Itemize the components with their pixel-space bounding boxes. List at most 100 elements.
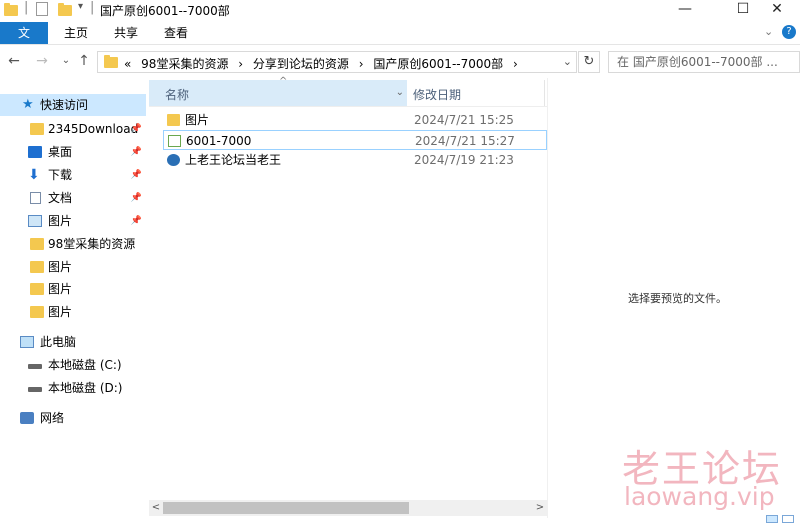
tab-view[interactable]: 查看 (150, 22, 202, 44)
properties-icon[interactable] (36, 2, 48, 16)
sidebar-item-this-pc[interactable]: 此电脑 (0, 331, 146, 353)
sidebar-item-label: 本地磁盘 (C:) (48, 358, 122, 372)
sidebar-item-98-resources[interactable]: 98堂采集的资源 (0, 233, 146, 255)
tab-file[interactable]: 文件 (0, 22, 48, 62)
pin-icon: 📌 (130, 124, 142, 134)
list-item[interactable]: 图片 2024/7/21 15:25 (163, 110, 547, 130)
sidebar-item-label: 文档 (48, 191, 73, 205)
breadcrumb-overflow[interactable]: « (124, 57, 131, 71)
sidebar-item-label: 网络 (40, 411, 65, 425)
refresh-button[interactable]: ↻ (578, 51, 600, 73)
title-bar: | ▾ | 国产原创6001--7000部 — ☐ ✕ (0, 0, 800, 20)
file-date: 2024/7/19 21:23 (414, 153, 514, 167)
tab-home[interactable]: 主页 (50, 22, 102, 44)
separator: | (90, 0, 95, 15)
document-icon (30, 192, 41, 204)
folder-icon (30, 306, 44, 318)
sidebar-item-label: 本地磁盘 (D:) (48, 381, 123, 395)
breadcrumb-item[interactable]: 98堂采集的资源 (141, 57, 228, 71)
sidebar-item-desktop[interactable]: 桌面 📌 (0, 141, 146, 163)
file-date: 2024/7/21 15:25 (414, 113, 514, 127)
details-view-icon[interactable] (766, 515, 778, 523)
column-divider[interactable] (544, 80, 545, 106)
column-header-date[interactable]: 修改日期 (413, 86, 461, 103)
list-item[interactable]: 上老王论坛当老王 2024/7/19 21:23 (163, 150, 547, 170)
up-button[interactable]: ↑ (76, 52, 92, 70)
file-name: 上老王论坛当老王 (185, 153, 282, 167)
new-folder-icon[interactable] (58, 3, 72, 16)
sidebar-item-pictures-folder[interactable]: 图片 (0, 301, 146, 323)
column-header-name[interactable]: 名称 ^ ⌄ (149, 76, 407, 106)
sidebar-item-label: 图片 (48, 214, 73, 228)
scrollbar-thumb[interactable] (163, 502, 409, 514)
scroll-left-button[interactable]: < (149, 502, 163, 514)
forward-button[interactable]: → (34, 52, 50, 70)
search-input[interactable]: 在 国产原创6001--7000部 ... (608, 51, 800, 73)
separator: | (24, 0, 29, 15)
sidebar-item-2345download[interactable]: 2345Download 📌 (0, 118, 146, 140)
breadcrumb-item[interactable]: 分享到论坛的资源 (253, 57, 349, 71)
pin-icon: 📌 (130, 170, 142, 180)
sidebar-item-label: 此电脑 (40, 335, 77, 349)
sidebar-item-documents[interactable]: 文档 📌 (0, 187, 146, 209)
scroll-right-button[interactable]: > (533, 502, 547, 514)
folder-icon (4, 3, 18, 16)
desktop-icon (28, 146, 42, 158)
sidebar-item-quick-access[interactable]: ★ 快速访问 (0, 94, 146, 116)
sidebar-item-drive-d[interactable]: 本地磁盘 (D:) (0, 377, 146, 399)
sidebar-item-label: 2345Download (48, 122, 139, 136)
tab-share[interactable]: 共享 (100, 22, 152, 44)
address-dropdown-icon[interactable]: ⌄ (563, 55, 572, 68)
pane-divider[interactable] (547, 78, 548, 518)
navigation-pane: ★ 快速访问 2345Download 📌 桌面 📌 ⬇ 下载 📌 文档 📌 图… (0, 86, 148, 523)
folder-icon (30, 123, 44, 135)
sidebar-item-label: 桌面 (48, 145, 73, 159)
picture-icon (28, 215, 42, 227)
address-bar[interactable]: « 98堂采集的资源 › 分享到论坛的资源 › 国产原创6001--7000部 … (97, 51, 577, 73)
window-title: 国产原创6001--7000部 (100, 4, 230, 18)
drive-icon (28, 364, 42, 369)
breadcrumb-separator[interactable]: › (359, 57, 364, 71)
recent-locations-button[interactable]: ⌄ (58, 52, 74, 70)
sidebar-item-label: 图片 (48, 305, 73, 319)
folder-icon (30, 238, 44, 250)
sidebar-item-network[interactable]: 网络 (0, 407, 146, 429)
chevron-down-icon[interactable]: ⌄ (396, 87, 404, 98)
expand-ribbon-icon[interactable]: ⌄ (764, 26, 776, 38)
folder-icon (30, 261, 44, 273)
drive-icon (28, 387, 42, 392)
folder-icon (167, 114, 180, 126)
sidebar-item-downloads[interactable]: ⬇ 下载 📌 (0, 164, 146, 186)
text-file-icon (168, 135, 181, 147)
pin-icon: 📌 (130, 193, 142, 203)
sidebar-item-label: 图片 (48, 260, 73, 274)
sidebar-item-pictures-folder[interactable]: 图片 (0, 256, 146, 278)
internet-shortcut-icon (167, 154, 180, 166)
customize-toolbar-icon[interactable]: ▾ (78, 1, 83, 12)
minimize-button[interactable]: — (662, 0, 708, 20)
back-button[interactable]: ← (6, 52, 22, 70)
sidebar-item-label: 快速访问 (40, 98, 89, 112)
file-name: 6001-7000 (186, 134, 252, 148)
pin-icon: 📌 (130, 216, 142, 226)
breadcrumb-separator[interactable]: › (238, 57, 243, 71)
breadcrumb-item[interactable]: 国产原创6001--7000部 (373, 57, 503, 71)
large-icons-view-icon[interactable] (782, 515, 794, 523)
sidebar-item-pictures-folder[interactable]: 图片 (0, 278, 146, 300)
star-icon: ★ (22, 97, 34, 112)
file-name: 图片 (185, 113, 210, 127)
sidebar-item-pictures[interactable]: 图片 📌 (0, 210, 146, 232)
sort-ascending-icon: ^ (279, 76, 288, 87)
folder-icon (30, 283, 44, 295)
sidebar-item-label: 98堂采集的资源 (48, 237, 136, 251)
help-icon[interactable]: ? (782, 25, 796, 39)
pin-icon: 📌 (130, 147, 142, 157)
column-header-label: 名称 (165, 88, 190, 102)
horizontal-scrollbar[interactable]: < > (149, 500, 547, 516)
folder-icon (104, 55, 118, 68)
breadcrumb-separator[interactable]: › (513, 57, 518, 71)
computer-icon (20, 336, 34, 348)
sidebar-item-drive-c[interactable]: 本地磁盘 (C:) (0, 354, 146, 376)
close-button[interactable]: ✕ (754, 0, 800, 20)
list-item[interactable]: 6001-7000 2024/7/21 15:27 (163, 130, 547, 150)
